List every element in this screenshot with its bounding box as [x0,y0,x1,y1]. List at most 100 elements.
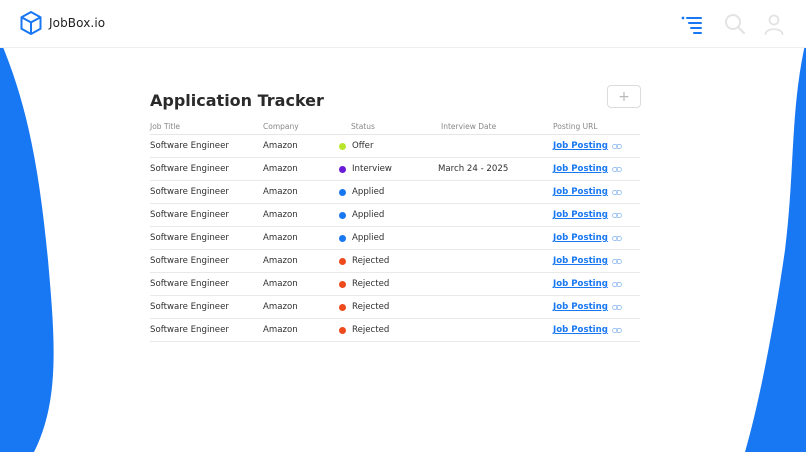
cell-company: Amazon [263,187,298,197]
cell-status: Rejected [339,302,389,312]
link-icon [611,327,622,333]
link-icon [611,235,622,241]
menu-lines-icon[interactable] [680,12,704,36]
cell-company: Amazon [263,210,298,220]
cell-posting-url: Job Posting [553,302,622,312]
job-posting-link[interactable]: Job Posting [553,187,608,197]
cell-status: Offer [339,141,374,151]
header-company: Company [263,122,299,131]
table-row[interactable]: Software Engineer Amazon Rejected Job Posti… [150,296,640,319]
cell-status: Applied [339,210,384,220]
cell-status: Applied [339,187,384,197]
cell-posting-url: Job Posting [553,325,622,335]
table-row[interactable]: Software Engineer Amazon Rejected Job Posti… [150,250,640,273]
status-dot [339,257,346,265]
status-dot [339,165,346,173]
status-dot [339,211,346,219]
cell-job-title: Software Engineer [150,325,229,335]
link-icon [611,166,622,172]
job-posting-link[interactable]: Job Posting [553,164,608,174]
cell-company: Amazon [263,256,298,266]
search-icon[interactable] [723,12,747,36]
status-label: Offer [352,141,374,151]
status-label: Applied [352,210,385,220]
status-label: Rejected [352,302,390,312]
cube-icon [20,11,42,35]
user-icon[interactable] [762,12,786,36]
link-icon [611,189,622,195]
cell-posting-url: Job Posting [553,256,622,266]
add-application-button[interactable]: + [607,85,641,108]
status-dot [339,280,346,288]
header-posting-url: Posting URL [553,122,598,131]
cell-posting-url: Job Posting [553,233,622,243]
status-label: Applied [352,187,385,197]
page-title: Application Tracker [150,91,324,110]
right-wave [745,40,806,452]
job-posting-link[interactable]: Job Posting [553,210,608,220]
status-dot [339,303,346,311]
job-posting-link[interactable]: Job Posting [553,256,608,266]
cell-job-title: Software Engineer [150,233,229,243]
status-label: Interview [352,164,392,174]
status-label: Rejected [352,325,390,335]
status-dot [339,326,346,334]
status-label: Rejected [352,256,390,266]
cell-company: Amazon [263,233,298,243]
link-icon [611,304,622,310]
top-navbar: JobBox.io [0,0,806,48]
table-row[interactable]: Software Engineer Amazon Applied Job Postin… [150,227,640,250]
job-posting-link[interactable]: Job Posting [553,233,608,243]
status-dot [339,142,346,150]
header-status: Status [351,122,375,131]
cell-posting-url: Job Posting [553,210,622,220]
job-posting-link[interactable]: Job Posting [553,325,608,335]
header-job-title: Job Title [150,122,181,131]
cell-job-title: Software Engineer [150,256,229,266]
status-dot [339,188,346,196]
table-row[interactable]: Software Engineer Amazon Applied Job Postin… [150,204,640,227]
cell-status: Applied [339,233,384,243]
cell-status: Rejected [339,325,389,335]
cell-job-title: Software Engineer [150,279,229,289]
cell-company: Amazon [263,302,298,312]
status-label: Applied [352,233,385,243]
left-wave [0,40,54,452]
status-label: Rejected [352,279,390,289]
cell-company: Amazon [263,164,298,174]
cell-job-title: Software Engineer [150,210,229,220]
brand[interactable]: JobBox.io [19,10,105,36]
cell-status: Interview [339,164,392,174]
cell-company: Amazon [263,325,298,335]
job-posting-link[interactable]: Job Posting [553,279,608,289]
table-row[interactable]: Software Engineer Amazon Rejected Job Posti… [150,273,640,296]
table-row[interactable]: Software Engineer Amazon Interview March 24… [150,158,640,181]
table-header: Job Title Company Status Interview Date … [150,120,640,135]
table-row[interactable]: Software Engineer Amazon Applied Job Postin… [150,181,640,204]
table-body: Software Engineer Amazon Offer Job Posting S… [150,135,640,342]
cell-posting-url: Job Posting [553,164,622,174]
cell-company: Amazon [263,141,298,151]
header-interview-date: Interview Date [441,122,497,131]
cell-posting-url: Job Posting [553,141,622,151]
table-row[interactable]: Software Engineer Amazon Offer Job Posting [150,135,640,158]
applications-table: Job Title Company Status Interview Date … [150,120,640,342]
link-icon [611,258,622,264]
cell-job-title: Software Engineer [150,164,229,174]
cell-job-title: Software Engineer [150,187,229,197]
cell-posting-url: Job Posting [553,279,622,289]
cell-posting-url: Job Posting [553,187,622,197]
brand-name: JobBox.io [49,16,106,30]
status-dot [339,234,346,242]
link-icon [611,281,622,287]
job-posting-link[interactable]: Job Posting [553,302,608,312]
cell-status: Rejected [339,256,389,266]
link-icon [611,143,622,149]
cell-job-title: Software Engineer [150,302,229,312]
cell-interview-date: March 24 - 2025 [438,164,509,174]
cell-job-title: Software Engineer [150,141,229,151]
link-icon [611,212,622,218]
job-posting-link[interactable]: Job Posting [553,141,608,151]
table-row[interactable]: Software Engineer Amazon Rejected Job Posti… [150,319,640,342]
cell-status: Rejected [339,279,389,289]
